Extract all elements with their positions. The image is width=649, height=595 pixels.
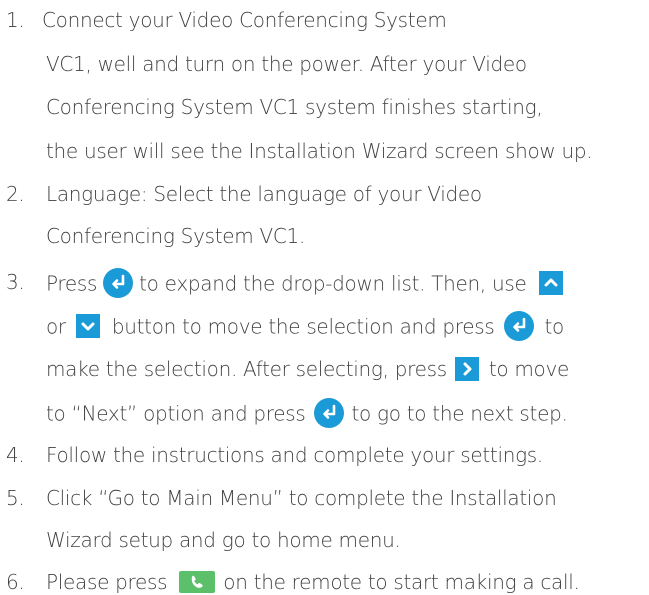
phone-call-icon: [179, 570, 216, 593]
step-text: Please press: [46, 570, 168, 594]
right-arrow-icon: [454, 356, 479, 381]
step-text: to expand the drop-down list. Then, use: [139, 271, 527, 296]
step-text: Conferencing System VC1 system finishes …: [46, 95, 543, 119]
step-text: the user will see the Installation Wizar…: [46, 139, 593, 163]
enter-icon: [313, 398, 344, 428]
step-text-row: make the selection. After selecting, pre…: [46, 356, 570, 383]
enter-icon: [103, 268, 134, 298]
step-text: VC1, well and turn on the power. After y…: [46, 52, 527, 76]
step-text: Press: [46, 271, 98, 296]
step-text: to go to the next step.: [351, 401, 568, 426]
step-text-row: or button to move the selection and press…: [46, 311, 564, 343]
step-text-row: Press to expand the drop-down list. Then,…: [46, 268, 569, 300]
up-arrow-icon: [538, 271, 563, 295]
enter-icon: [504, 311, 535, 341]
step-number: 4.: [6, 443, 25, 467]
step-text: button to move the selection and press: [111, 314, 495, 339]
step-text: on the remote to start making a call.: [223, 570, 580, 594]
step-text: Conferencing System VC1.: [46, 224, 306, 248]
step-text-row: to “Next” option and press to go to the n…: [46, 398, 568, 430]
step-text: Connect your Video Conferencing System: [42, 8, 447, 32]
step-text: to move: [488, 357, 570, 381]
step-number: 1.: [6, 8, 25, 32]
step-text: Wizard setup and go to home menu.: [46, 528, 401, 552]
step-text: to “Next” option and press: [46, 401, 306, 426]
step-text: Click “Go to Main Menu” to complete the …: [46, 486, 557, 510]
step-number: 3.: [6, 270, 25, 294]
step-text: to: [544, 314, 564, 339]
step-text: Follow the instructions and complete you…: [46, 443, 543, 467]
step-number: 5.: [6, 486, 25, 510]
step-text: make the selection. After selecting, pre…: [46, 357, 447, 381]
step-text: or: [46, 314, 66, 339]
step-text-row: Please press on the remote to start makin…: [46, 570, 580, 595]
step-number: 2.: [6, 182, 25, 206]
down-arrow-icon: [75, 314, 100, 338]
step-text: Language: Select the language of your Vi…: [46, 182, 482, 206]
step-number: 6.: [6, 570, 25, 594]
